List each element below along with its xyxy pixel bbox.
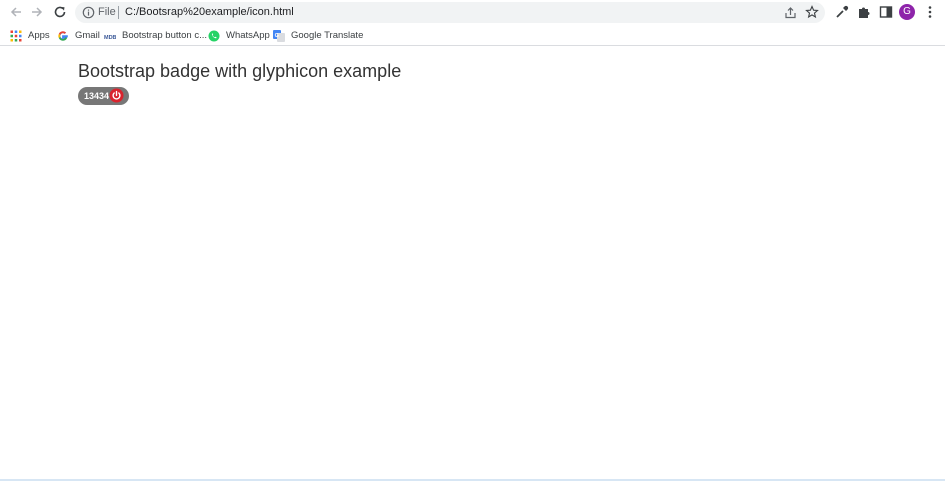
bookmark-label: Apps — [28, 29, 50, 41]
bookmark-label: Bootstrap button c... — [122, 29, 208, 41]
mdb-icon: MDB — [104, 35, 116, 41]
share-icon[interactable] — [784, 6, 797, 19]
bookmark-gmail[interactable]: Gmail — [57, 28, 100, 43]
svg-text:G: G — [275, 32, 279, 38]
bookmarks-bar: Apps Gmail MDB Bootstrap button c... Wha… — [0, 25, 945, 46]
url-text[interactable]: C:/Bootsrap%20example/icon.html — [125, 6, 294, 19]
bookmark-label: WhatsApp — [226, 29, 270, 41]
bookmark-label: Gmail — [75, 29, 100, 41]
bookmark-bootstrap-button[interactable]: MDB Bootstrap button c... — [104, 28, 207, 43]
side-panel-icon[interactable] — [879, 5, 893, 19]
power-off-icon — [109, 88, 124, 103]
google-translate-icon: G — [273, 29, 285, 42]
bookmark-label: Google Translate — [291, 29, 364, 41]
svg-text:MDB: MDB — [104, 35, 116, 41]
apps-grid-icon — [10, 30, 22, 41]
arrow-right-icon — [32, 7, 43, 17]
page-title: Bootstrap badge with glyphicon example — [78, 61, 402, 81]
forward-button[interactable] — [28, 3, 46, 21]
scheme-label: File — [98, 6, 116, 18]
google-icon — [58, 30, 68, 41]
puzzle-icon[interactable] — [857, 5, 871, 19]
address-bar[interactable]: File C:/Bootsrap%20example/icon.html — [75, 2, 825, 23]
whatsapp-icon — [208, 30, 220, 41]
browser-toolbar: File C:/Bootsrap%20example/icon.html G — [0, 0, 945, 25]
bookmark-apps[interactable]: Apps — [10, 28, 50, 43]
kebab-menu-icon[interactable] — [925, 5, 935, 19]
eyedropper-icon[interactable] — [835, 5, 849, 19]
arrow-left-icon — [10, 7, 21, 17]
profile-avatar[interactable]: G — [899, 4, 915, 20]
reload-icon — [54, 6, 66, 18]
bookmark-whatsapp[interactable]: WhatsApp — [208, 28, 270, 43]
reload-button[interactable] — [51, 3, 69, 21]
back-button[interactable] — [7, 3, 25, 21]
star-icon[interactable] — [805, 5, 819, 19]
bookmark-google-translate[interactable]: G Google Translate — [273, 28, 363, 43]
info-icon[interactable] — [82, 6, 95, 19]
omnibox-divider — [118, 6, 119, 19]
badge-count: 13434 — [84, 91, 110, 101]
